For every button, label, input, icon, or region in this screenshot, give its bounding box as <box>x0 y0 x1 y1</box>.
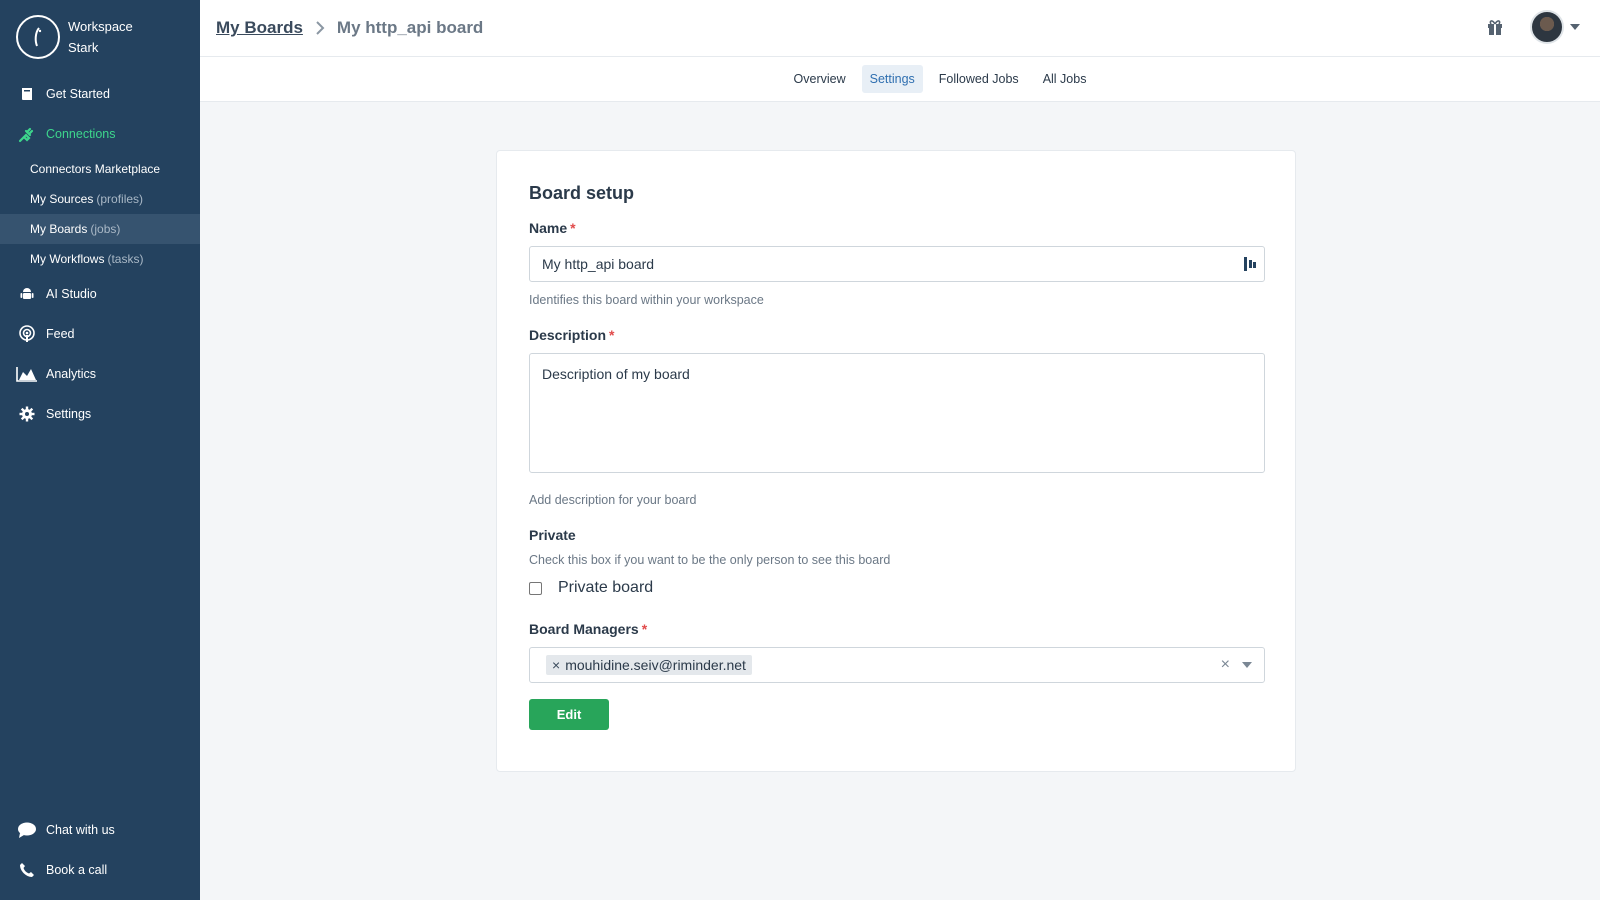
sidebar-subitem-my-workflows[interactable]: My Workflows (tasks) <box>0 244 200 274</box>
name-field-value: My http_api board <box>542 256 655 272</box>
chat-with-us-link[interactable]: Chat with us <box>0 810 200 850</box>
required-mark: * <box>641 621 648 637</box>
chevron-right-icon <box>315 21 325 35</box>
subitem-label: My Boards <box>30 222 88 236</box>
private-help-text: Check this box if you want to be the onl… <box>529 553 891 567</box>
android-icon <box>16 284 38 304</box>
board-setup-card: Board setup Name * My http_api board Iden… <box>496 150 1296 772</box>
card-title: Board setup <box>529 183 635 203</box>
sidebar-item-label: AI Studio <box>46 287 97 301</box>
sidebar-item-label: Get Started <box>46 87 110 101</box>
edit-button[interactable]: Edit <box>529 699 609 730</box>
subitem-label: My Workflows <box>30 252 105 266</box>
description-label: Description * <box>529 327 1263 343</box>
tab-overview[interactable]: Overview <box>786 65 854 93</box>
sidebar-item-label: Feed <box>46 327 75 341</box>
chevron-down-icon[interactable] <box>1242 662 1252 668</box>
subitem-hint: (tasks) <box>107 252 144 266</box>
board-managers-label-text: Board Managers <box>529 621 639 637</box>
tab-settings[interactable]: Settings <box>861 65 923 93</box>
sidebar-item-label: Settings <box>46 407 92 421</box>
breadcrumb-parent-link[interactable]: My Boards <box>216 18 303 38</box>
clear-selection-icon[interactable]: × <box>1221 656 1230 674</box>
board-managers-select[interactable]: × mouhidine.seiv@riminder.net × <box>529 647 1265 683</box>
name-label-text: Name <box>529 220 568 236</box>
name-help-text: Identifies this board within your worksp… <box>529 293 764 307</box>
podcast-icon <box>16 324 38 344</box>
subitem-label: Connectors Marketplace <box>30 162 161 176</box>
required-mark: * <box>609 327 615 343</box>
remove-tag-icon[interactable]: × <box>552 657 560 673</box>
board-managers-label: Board Managers * <box>529 621 1263 637</box>
subitem-label: My Sources <box>30 192 94 206</box>
board-tabs: Overview Settings Followed Jobs All Jobs <box>200 57 1600 102</box>
breadcrumb-current: My http_api board <box>336 18 484 37</box>
private-board-checkbox[interactable] <box>529 581 542 595</box>
description-textarea[interactable]: Description of my board <box>529 353 1265 473</box>
phone-icon <box>16 860 38 880</box>
chat-icon <box>16 820 38 840</box>
name-label: Name * <box>529 220 1263 236</box>
sidebar-item-get-started[interactable]: Get Started <box>0 74 200 114</box>
required-mark: * <box>570 220 576 236</box>
private-board-checkbox-label[interactable]: Private board <box>558 579 653 597</box>
workspace-name: Stark <box>68 40 99 55</box>
sidebar-item-connections[interactable]: Connections <box>0 114 200 154</box>
sidebar-item-ai-studio[interactable]: AI Studio <box>0 274 200 314</box>
chevron-down-icon[interactable] <box>1570 24 1580 30</box>
sidebar-item-label: Analytics <box>46 367 97 381</box>
description-help-text: Add description for your board <box>529 493 697 507</box>
sidebar-subitem-connectors-marketplace[interactable]: Connectors Marketplace <box>0 154 200 184</box>
book-a-call-link[interactable]: Book a call <box>0 850 200 890</box>
book-call-label: Book a call <box>46 863 108 877</box>
tab-all-jobs[interactable]: All Jobs <box>1035 65 1095 93</box>
sidebar-item-label: Connections <box>46 127 116 141</box>
gear-icon <box>16 404 38 424</box>
description-value: Description of my board <box>542 366 690 382</box>
top-header: My Boards My http_api board <box>200 0 1600 57</box>
sidebar: Workspace Stark Get Started Connections … <box>0 0 200 900</box>
book-icon <box>16 84 38 104</box>
sidebar-item-analytics[interactable]: Analytics <box>0 354 200 394</box>
subitem-hint: (jobs) <box>90 222 121 236</box>
sidebar-item-feed[interactable]: Feed <box>0 314 200 354</box>
chat-label: Chat with us <box>46 823 115 837</box>
name-field[interactable]: My http_api board <box>529 246 1265 282</box>
workspace-brand[interactable]: Workspace Stark <box>0 0 200 74</box>
sidebar-item-settings[interactable]: Settings <box>0 394 200 434</box>
password-manager-icon[interactable] <box>1244 257 1256 274</box>
sidebar-subitem-my-boards[interactable]: My Boards (jobs) <box>0 214 200 244</box>
workspace-logo-icon <box>16 15 60 59</box>
workspace-label: Workspace <box>68 19 133 34</box>
user-avatar[interactable] <box>1530 10 1564 44</box>
gift-icon[interactable] <box>1484 16 1506 38</box>
manager-tag: × mouhidine.seiv@riminder.net <box>546 655 752 675</box>
plug-icon <box>16 124 38 144</box>
description-label-text: Description <box>529 327 607 343</box>
subitem-hint: (profiles) <box>96 192 144 206</box>
manager-tag-label: mouhidine.seiv@riminder.net <box>565 657 746 673</box>
sidebar-subitem-my-sources[interactable]: My Sources (profiles) <box>0 184 200 214</box>
private-label: Private <box>529 527 576 543</box>
area-chart-icon <box>16 364 38 384</box>
tab-followed-jobs[interactable]: Followed Jobs <box>931 65 1027 93</box>
